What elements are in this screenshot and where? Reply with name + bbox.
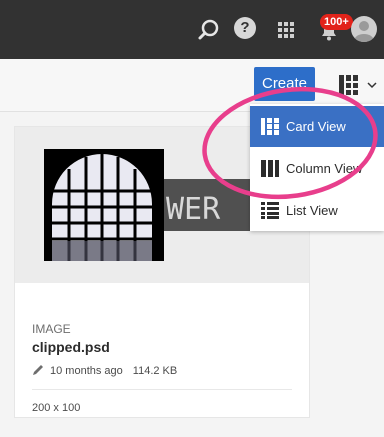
menu-item-label: Column View: [286, 161, 363, 176]
card-view-icon: [261, 118, 279, 135]
menu-item-list-view[interactable]: List View: [250, 190, 384, 231]
asset-dimensions: 200 x 100: [32, 402, 81, 414]
create-button[interactable]: Create: [254, 67, 315, 101]
user-avatar[interactable]: [351, 16, 377, 42]
file-size: 114.2 KB: [132, 365, 178, 377]
user-icon: [354, 21, 374, 42]
modified-time: 10 months ago: [50, 365, 123, 377]
asset-meta: 10 months ago 114.2 KB: [32, 364, 177, 377]
card-view-icon: [339, 75, 358, 95]
menu-item-column-view[interactable]: Column View: [250, 148, 384, 189]
menu-item-label: Card View: [286, 119, 346, 134]
view-switcher-button[interactable]: [336, 72, 378, 98]
menu-item-label: List View: [286, 203, 338, 218]
card-divider: [32, 389, 292, 390]
notification-badge: 100+: [320, 14, 353, 30]
list-view-icon: [261, 202, 279, 219]
top-bar: ? 100+: [0, 0, 384, 59]
asset-type: IMAGE: [32, 322, 71, 336]
thumbnail-text: WER: [166, 192, 221, 227]
apps-grid-icon[interactable]: [273, 17, 299, 43]
help-icon[interactable]: ?: [234, 17, 256, 39]
search-icon[interactable]: [196, 17, 222, 43]
menu-item-card-view[interactable]: Card View: [250, 106, 384, 147]
asset-thumbnail: WER: [44, 149, 269, 261]
column-view-icon: [261, 160, 279, 177]
asset-name[interactable]: clipped.psd: [32, 339, 110, 355]
pencil-icon: [33, 365, 43, 375]
view-dropdown-menu: Card View Column View List View: [250, 104, 384, 231]
